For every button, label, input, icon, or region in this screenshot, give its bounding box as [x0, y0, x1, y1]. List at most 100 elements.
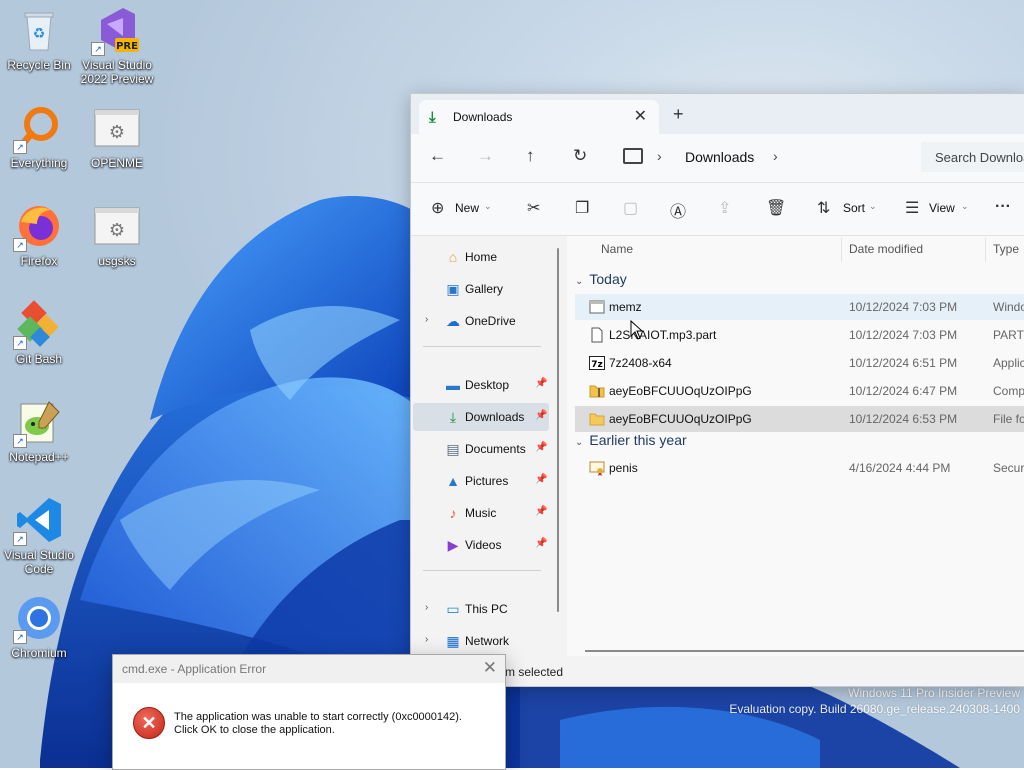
trash-icon[interactable]: 🗑: [766, 198, 786, 218]
video-icon: ▶: [447, 537, 459, 553]
nav-item-music[interactable]: ♪ Music 📌: [413, 499, 549, 527]
paste-icon[interactable]: ▢: [623, 198, 638, 218]
dialog-message-line-2: Click OK to close the application.: [174, 724, 335, 736]
settings-file-icon: ⚙: [93, 104, 141, 152]
breadcrumb-separator[interactable]: ›: [773, 148, 778, 164]
sort-icon[interactable]: ⇅: [817, 198, 830, 218]
search-placeholder: Search Downloads: [935, 150, 1024, 165]
nav-item-videos[interactable]: ▶ Videos 📌: [413, 531, 549, 559]
group-header-earlier-this-year[interactable]: ⌄ Earlier this year: [575, 432, 687, 448]
back-button[interactable]: ←: [429, 146, 446, 166]
home-icon: ⌂: [448, 249, 458, 265]
chromium-icon: ↗: [13, 594, 63, 644]
file-name: penis: [609, 461, 638, 475]
this-pc-icon[interactable]: [623, 148, 643, 164]
file-row[interactable]: memz 10/12/2024 7:03 PM Windo: [575, 294, 1024, 320]
desktop-icon-everything[interactable]: ↗ Everything: [0, 104, 78, 170]
dialog-message-line-1: The application was unable to start corr…: [174, 711, 462, 723]
nav-divider: [423, 570, 541, 571]
dialog-close-button[interactable]: ✕: [483, 658, 497, 678]
horizontal-scrollbar[interactable]: [585, 650, 1024, 652]
nav-item-onedrive[interactable]: › ☁ OneDrive: [413, 307, 549, 335]
breadcrumb-separator[interactable]: ›: [657, 148, 662, 164]
column-header-name[interactable]: Name: [601, 242, 633, 256]
nav-item-gallery[interactable]: ▣ Gallery: [413, 275, 549, 303]
desktop-icon-notepad-plus-plus[interactable]: ↗ Notepad++: [0, 398, 78, 464]
nav-item-desktop[interactable]: ▬ Desktop 📌: [413, 371, 549, 399]
desktop-icon-recycle-bin[interactable]: ♻ Recycle Bin: [0, 6, 78, 72]
chevron-right-icon[interactable]: ›: [425, 634, 428, 645]
error-icon: ✕: [133, 707, 165, 739]
breadcrumb-downloads[interactable]: Downloads: [685, 149, 754, 165]
nav-scrollbar[interactable]: [557, 248, 559, 612]
close-tab-button[interactable]: ✕: [634, 106, 647, 126]
chevron-right-icon[interactable]: ›: [425, 314, 428, 325]
column-separator[interactable]: [841, 238, 842, 262]
share-icon[interactable]: ⇪: [718, 198, 731, 218]
shortcut-arrow-icon: ↗: [13, 336, 27, 350]
shortcut-arrow-icon: ↗: [91, 42, 105, 56]
nav-item-network[interactable]: › ▦ Network: [413, 627, 549, 655]
app-window-icon: [589, 299, 605, 315]
navigation-pane: ⌂ Home ▣ Gallery › ☁ OneDrive ▬ Desktop …: [411, 236, 559, 686]
nav-item-pictures[interactable]: ▲ Pictures 📌: [413, 467, 549, 495]
desktop-icon-git-bash[interactable]: ↗ Git Bash: [0, 300, 78, 366]
nav-item-home[interactable]: ⌂ Home: [413, 243, 549, 271]
watermark-build: Evaluation copy. Build 26080.ge_release.…: [729, 702, 1020, 716]
pin-icon: 📌: [535, 506, 548, 517]
scissors-icon[interactable]: ✂: [527, 198, 540, 218]
watermark-edition: Windows 11 Pro Insider Preview: [848, 686, 1020, 700]
file-row[interactable]: aeyEoBFCUUOqUzOIPpG 10/12/2024 6:47 PM C…: [575, 378, 1024, 404]
pin-icon: 📌: [535, 378, 548, 389]
nav-item-this-pc[interactable]: › ▭ This PC: [413, 595, 549, 623]
7zip-icon: 7z: [589, 355, 605, 371]
file-row[interactable]: aeyEoBFCUUOqUzOIPpG 10/12/2024 6:53 PM F…: [575, 406, 1024, 432]
forward-button[interactable]: →: [477, 146, 494, 166]
firefox-icon: ↗: [13, 202, 63, 252]
dialog-title-bar[interactable]: cmd.exe - Application Error ✕: [113, 655, 505, 683]
desktop-icon-visual-studio-2022[interactable]: PRE ↗ Visual Studio 2022 Preview: [78, 6, 156, 86]
desktop-icon-label: Git Bash: [15, 352, 63, 366]
chevron-right-icon[interactable]: ›: [425, 602, 428, 613]
plus-icon[interactable]: ⊕: [431, 198, 444, 218]
group-header-today[interactable]: ⌄ Today: [575, 271, 627, 287]
view-icon[interactable]: ☰: [905, 198, 919, 218]
file-date: 10/12/2024 6:53 PM: [849, 412, 958, 426]
copy-icon[interactable]: ❐: [575, 198, 589, 218]
address-bar[interactable]: › Downloads ›: [613, 142, 911, 172]
pin-icon: 📌: [535, 538, 548, 549]
file-row[interactable]: penis 4/16/2024 4:44 PM Securi: [575, 455, 1024, 481]
column-separator[interactable]: [985, 238, 986, 262]
column-header-date[interactable]: Date modified: [849, 242, 923, 256]
desktop-icon: ▬: [446, 377, 460, 393]
desktop-icon-vscode[interactable]: ↗ Visual Studio Code: [0, 496, 78, 576]
svg-text:⚙: ⚙: [109, 122, 125, 143]
zip-folder-icon: [589, 383, 605, 399]
file-type: Securi: [993, 461, 1024, 475]
nav-item-downloads[interactable]: ⤓ Downloads 📌: [413, 403, 549, 431]
column-header-type[interactable]: Type: [993, 242, 1019, 256]
desktop-icon-openme[interactable]: ⚙ OPENME: [78, 104, 156, 170]
nav-item-documents[interactable]: ▤ Documents 📌: [413, 435, 549, 463]
up-button[interactable]: ↑: [526, 146, 535, 166]
nav-item-label: Music: [465, 506, 497, 520]
nav-item-label: OneDrive: [465, 314, 516, 328]
document-icon: ▤: [446, 441, 460, 457]
search-box[interactable]: Search Downloads: [921, 142, 1024, 172]
desktop-icon-chromium[interactable]: ↗ Chromium: [0, 594, 78, 660]
refresh-button[interactable]: ↻: [573, 146, 587, 166]
view-button[interactable]: View: [929, 201, 955, 215]
pin-icon: 📌: [535, 410, 548, 421]
file-date: 10/12/2024 6:47 PM: [849, 384, 958, 398]
picture-icon: ▲: [446, 473, 460, 489]
sort-button[interactable]: Sort: [843, 201, 865, 215]
nav-item-label: Gallery: [465, 282, 504, 296]
desktop-icon-firefox[interactable]: ↗ Firefox: [0, 202, 78, 268]
rename-icon[interactable]: Ⓐ: [670, 198, 686, 222]
new-button[interactable]: New: [455, 201, 479, 215]
more-options-button[interactable]: ···: [995, 198, 1011, 216]
desktop-icon-usgsks[interactable]: ⚙ usgsks: [78, 202, 156, 268]
tab-downloads[interactable]: ⤓ Downloads ✕: [419, 100, 659, 134]
file-row[interactable]: 7z 7z2408-x64 10/12/2024 6:51 PM Applic: [575, 350, 1024, 376]
new-tab-button[interactable]: +: [673, 104, 684, 125]
